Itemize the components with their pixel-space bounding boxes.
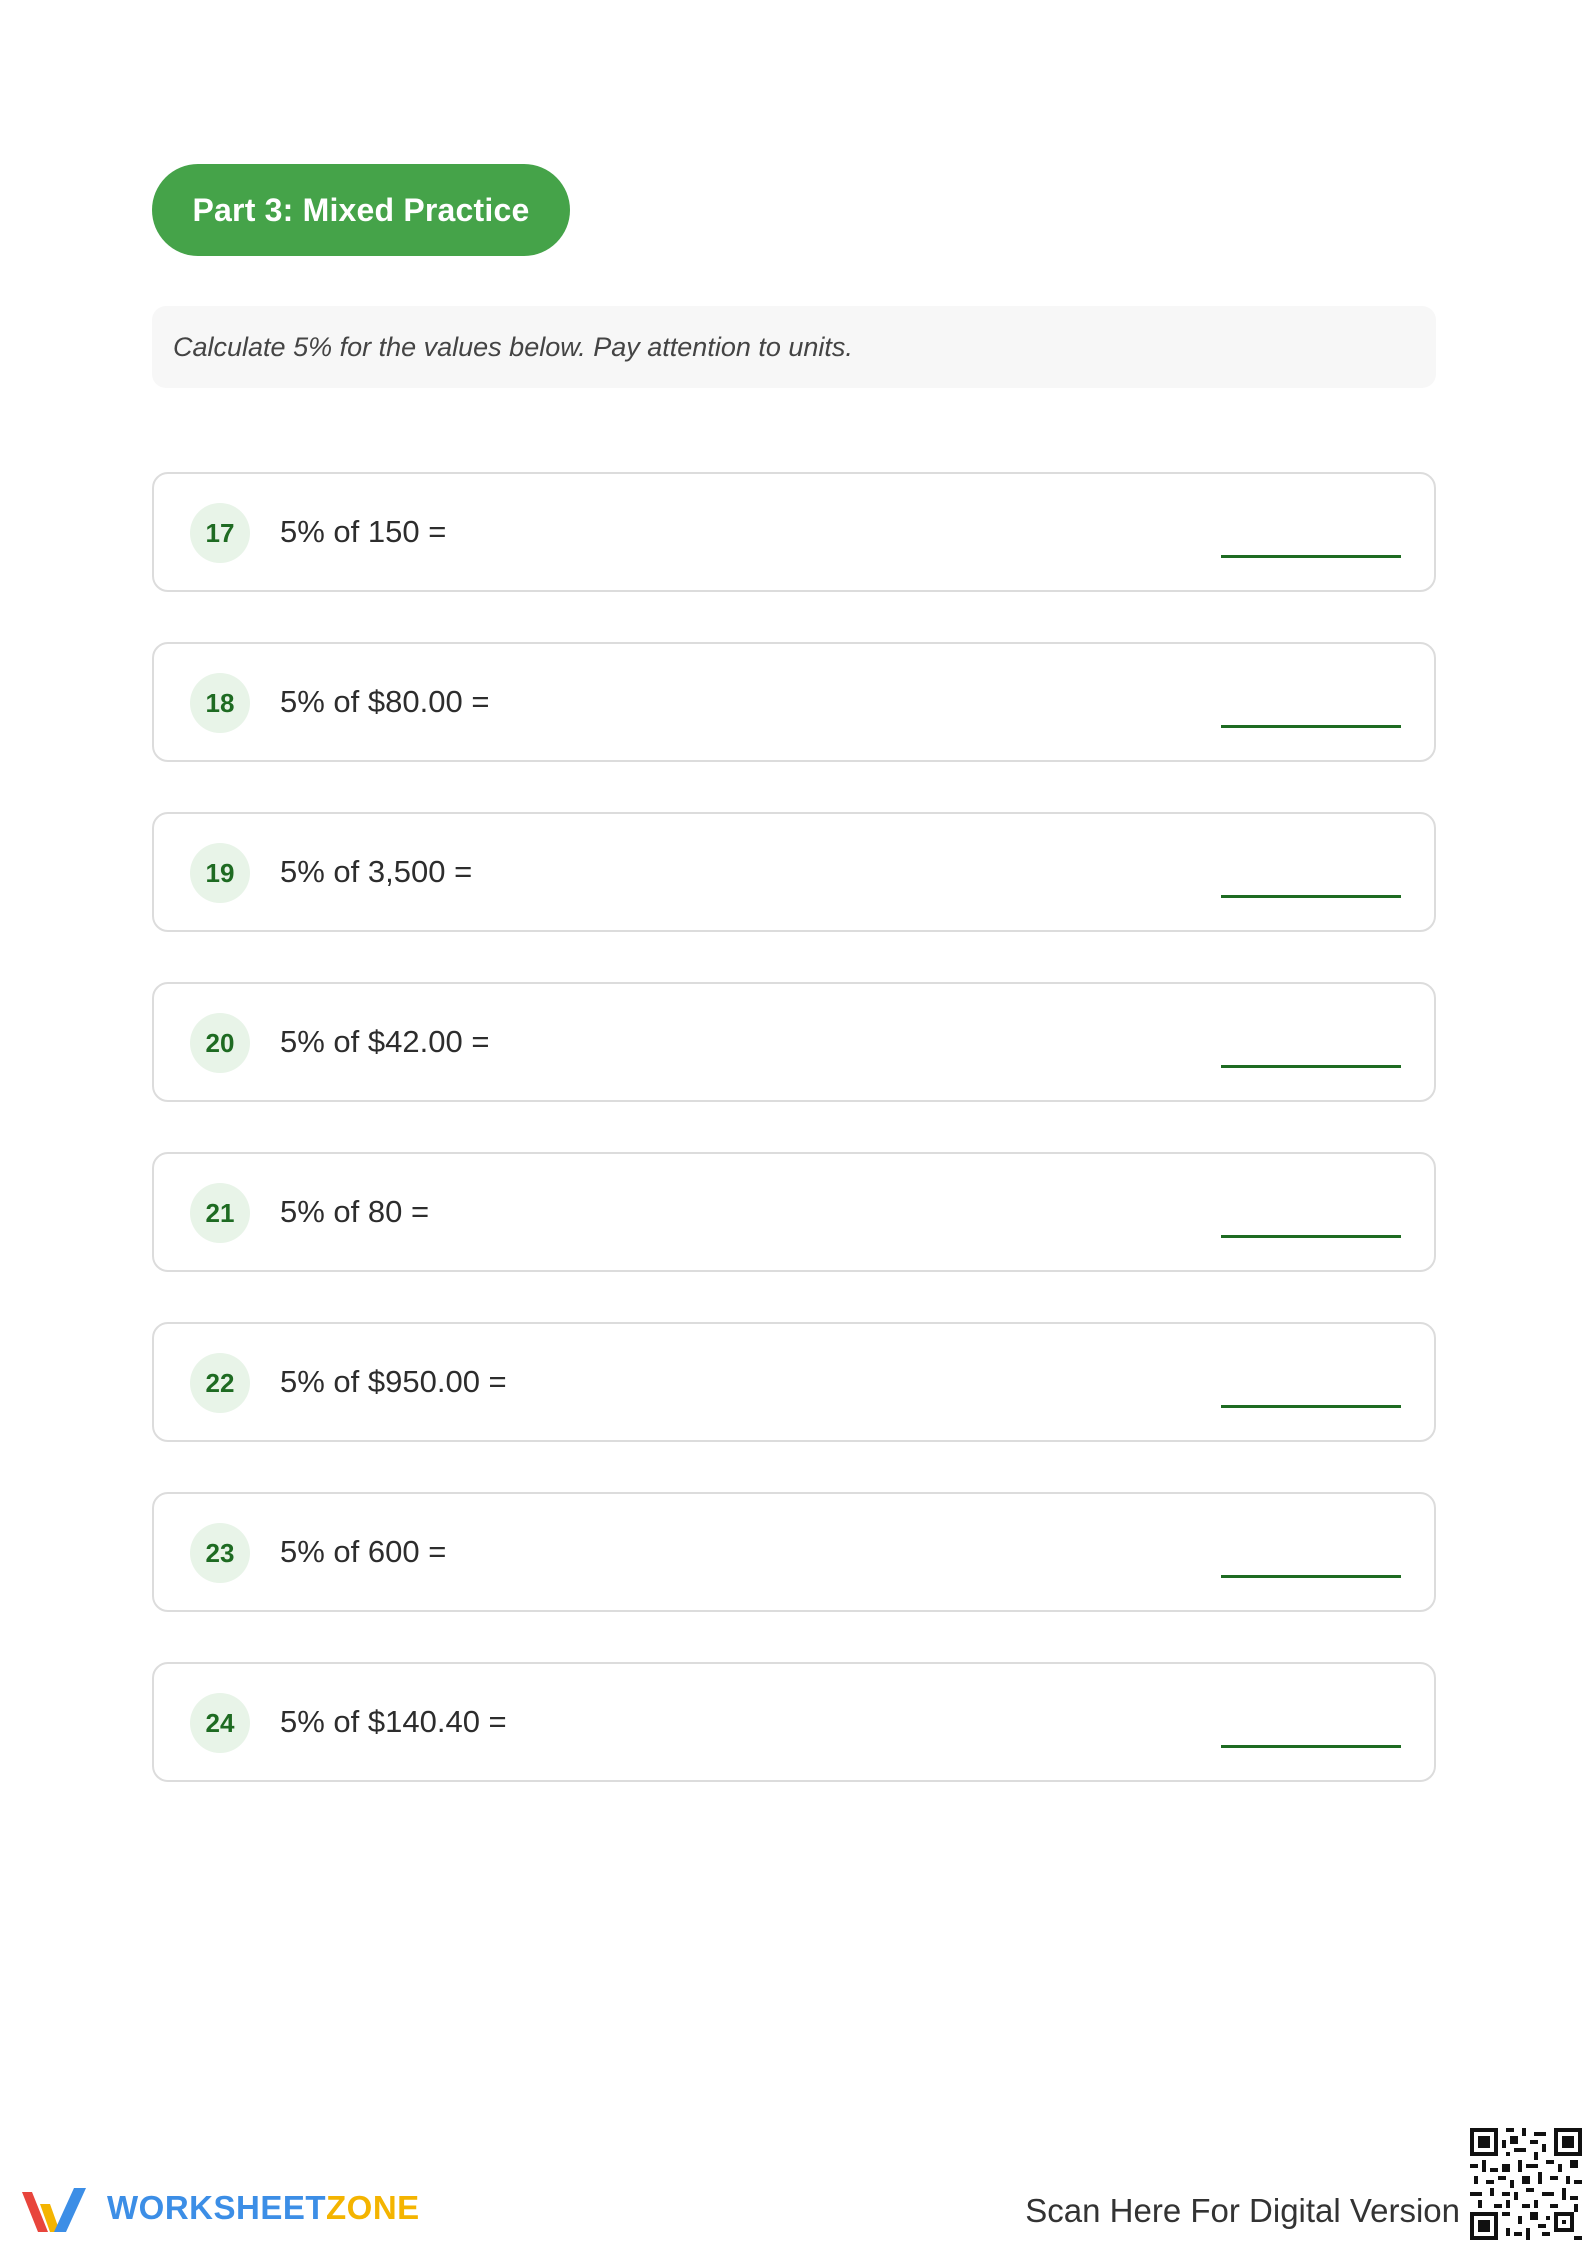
problem-row: 18 5% of $80.00 = xyxy=(152,642,1436,762)
problem-number: 19 xyxy=(190,843,250,903)
brand-part1: WORKSHEET xyxy=(107,2189,326,2226)
problem-question: 5% of 600 = xyxy=(280,1534,447,1569)
problem-row: 24 5% of $140.40 = xyxy=(152,1662,1436,1782)
brand-part2: ZONE xyxy=(326,2189,420,2226)
problem-number: 21 xyxy=(190,1183,250,1243)
problem-row: 17 5% of 150 = xyxy=(152,472,1436,592)
problem-question: 5% of 3,500 = xyxy=(280,854,473,889)
answer-blank[interactable] xyxy=(1221,1065,1401,1068)
answer-blank[interactable] xyxy=(1221,1405,1401,1408)
problem-row: 19 5% of 3,500 = xyxy=(152,812,1436,932)
answer-blank[interactable] xyxy=(1221,725,1401,728)
answer-blank[interactable] xyxy=(1221,1235,1401,1238)
problem-row: 22 5% of $950.00 = xyxy=(152,1322,1436,1442)
problem-list: 17 5% of 150 = 18 5% of $80.00 = 19 5% o… xyxy=(152,472,1436,1832)
problem-number: 24 xyxy=(190,1693,250,1753)
problem-question: 5% of $950.00 = xyxy=(280,1364,507,1399)
problem-number: 18 xyxy=(190,673,250,733)
section-title: Part 3: Mixed Practice xyxy=(152,164,570,256)
instruction-text: Calculate 5% for the values below. Pay a… xyxy=(173,331,853,362)
problem-number: 22 xyxy=(190,1353,250,1413)
problem-number: 17 xyxy=(190,503,250,563)
problem-row: 21 5% of 80 = xyxy=(152,1152,1436,1272)
instructions: Calculate 5% for the values below. Pay a… xyxy=(152,306,1436,388)
problem-row: 23 5% of 600 = xyxy=(152,1492,1436,1612)
scan-label: Scan Here For Digital Version xyxy=(1025,2192,1460,2229)
problem-row: 20 5% of $42.00 = xyxy=(152,982,1436,1102)
problem-number: 23 xyxy=(190,1523,250,1583)
qr-code-icon[interactable] xyxy=(1470,2128,1582,2240)
problem-number: 20 xyxy=(190,1013,250,1073)
answer-blank[interactable] xyxy=(1221,1575,1401,1578)
answer-blank[interactable] xyxy=(1221,895,1401,898)
answer-blank[interactable] xyxy=(1221,555,1401,558)
answer-blank[interactable] xyxy=(1221,1745,1401,1748)
problem-question: 5% of 80 = xyxy=(280,1194,430,1229)
problem-question: 5% of $140.40 = xyxy=(280,1704,507,1739)
problem-question: 5% of 150 = xyxy=(280,514,447,549)
worksheetzone-logo-icon xyxy=(22,2188,86,2232)
problem-question: 5% of $80.00 = xyxy=(280,684,490,719)
brand-name[interactable]: WORKSHEETZONE xyxy=(107,2189,420,2227)
problem-question: 5% of $42.00 = xyxy=(280,1024,490,1059)
